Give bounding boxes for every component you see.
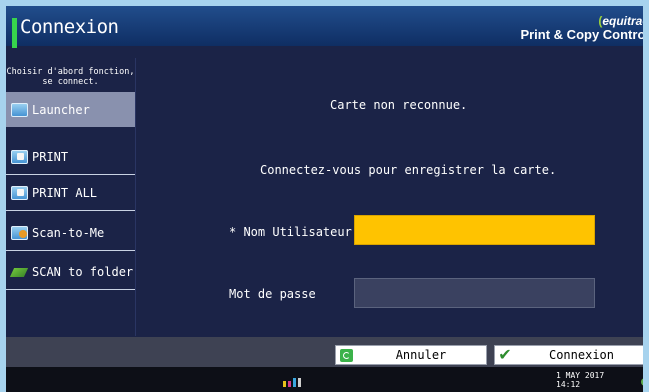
- brand-name: equitrac: [602, 14, 649, 28]
- sidebar-item-scan-to-folder[interactable]: SCAN to folder: [6, 255, 135, 290]
- card-not-recognized-message: Carte non reconnue.: [330, 98, 468, 112]
- status-date: 1 MAY 2017: [556, 371, 605, 380]
- login-button-label: Connexion: [548, 348, 615, 362]
- username-input[interactable]: [355, 216, 594, 244]
- scan-to-folder-icon: [11, 265, 28, 279]
- username-label: * Nom Utilisateur: [229, 225, 352, 239]
- sidebar-item-label: PRINT ALL: [32, 186, 98, 200]
- sidebar-item-launcher[interactable]: Launcher: [6, 92, 135, 127]
- sidebar: Choisir d'abord fonction, se connect. La…: [6, 58, 135, 336]
- date-time: 1 MAY 2017 14:12: [556, 371, 604, 389]
- print-icon: [11, 150, 28, 164]
- login-button[interactable]: ✔ Connexion: [494, 345, 649, 365]
- refresh-icon: [339, 348, 353, 362]
- globe-icon: [641, 378, 649, 386]
- sidebar-item-print[interactable]: PRINT: [6, 140, 135, 175]
- password-field[interactable]: [354, 278, 595, 308]
- password-input[interactable]: [355, 279, 594, 307]
- sidebar-item-label: PRINT: [32, 150, 69, 164]
- app-window: Connexion (equitrac Print & Copy Control…: [0, 0, 649, 392]
- sidebar-item-label: SCAN to folder: [32, 265, 134, 279]
- password-label: Mot de passe: [229, 287, 316, 301]
- print-all-icon: [11, 186, 28, 200]
- status-bar: [0, 367, 649, 392]
- checkmark-icon: ✔: [498, 345, 512, 364]
- launcher-icon: [11, 102, 28, 117]
- page-title: Connexion: [20, 16, 119, 38]
- title-accent-bar: [12, 18, 17, 48]
- sidebar-item-print-all[interactable]: PRINT ALL: [6, 176, 135, 211]
- brand-logo: (equitrac Print & Copy Control: [520, 14, 649, 42]
- sidebar-item-label: Launcher: [32, 102, 90, 117]
- title-bar: Connexion (equitrac Print & Copy Control: [6, 6, 649, 48]
- username-field[interactable]: [354, 215, 595, 245]
- sidebar-hint: Choisir d'abord fonction, se connect.: [6, 67, 135, 87]
- toner-level-icon: [283, 378, 301, 387]
- status-time: 14:12: [556, 380, 581, 389]
- register-card-message: Connectez-vous pour enregistrer la carte…: [260, 163, 557, 177]
- brand-tagline: Print & Copy Control: [520, 27, 649, 42]
- sidebar-item-label: Scan-to-Me: [32, 226, 105, 240]
- cancel-button[interactable]: Annuler: [335, 345, 487, 365]
- scan-to-me-icon: [11, 226, 28, 240]
- sidebar-divider: [135, 58, 136, 336]
- sidebar-item-scan-to-me[interactable]: Scan-to-Me: [6, 216, 135, 251]
- cancel-button-label: Annuler: [395, 348, 447, 362]
